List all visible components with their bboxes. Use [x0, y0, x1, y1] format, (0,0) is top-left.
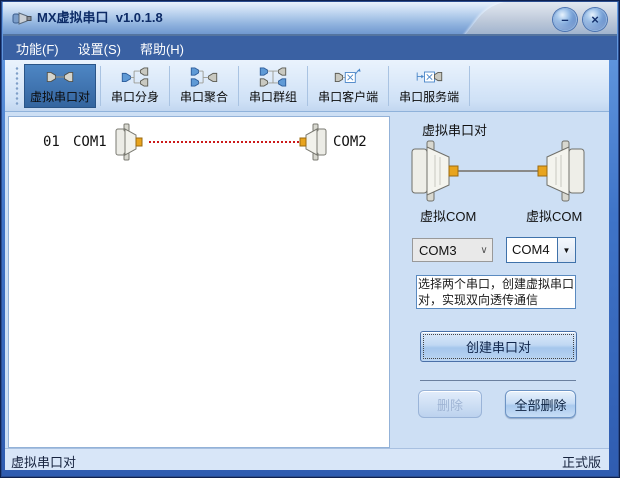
toolbar-separator — [169, 66, 170, 106]
toolbar-button-virtual-pair[interactable]: 虚拟串口对 — [24, 64, 96, 108]
menu-bar: 功能(F) 设置(S) 帮助(H) — [3, 34, 617, 60]
panel-divider — [420, 380, 576, 381]
com-port-select-right-value: COM4 — [507, 238, 557, 262]
port-pair-row[interactable]: 01 COM1 — [9, 117, 389, 169]
port-group-icon — [258, 67, 288, 87]
status-mode-text: 虚拟串口对 — [11, 452, 76, 471]
port-client-icon — [333, 67, 363, 87]
pair-left-port: COM1 — [73, 134, 107, 150]
toolbar-separator — [307, 66, 308, 106]
serial-connector-icon — [297, 122, 327, 162]
right-virtual-com-label: 虚拟COM — [526, 206, 582, 225]
menu-item-function[interactable]: 功能(F) — [16, 39, 59, 58]
toolbar: 虚拟串口对 串口分身 串口聚合 — [5, 60, 609, 112]
serial-connector-icon — [115, 122, 145, 162]
toolbar-separator — [469, 66, 470, 106]
minimize-button[interactable]: – — [553, 8, 577, 31]
pair-right-port: COM2 — [333, 134, 367, 150]
pair-description-box: 选择两个串口，创建虚拟串口对，实现双向透传通信 — [416, 275, 576, 309]
virtual-pair-icon — [45, 67, 75, 87]
status-bar: 虚拟串口对 正式版 — [5, 448, 609, 470]
toolbar-button-port-split[interactable]: 串口分身 — [105, 64, 165, 108]
toolbar-separator — [388, 66, 389, 106]
dropdown-arrow-icon[interactable]: ▼ — [557, 238, 575, 262]
client-area: 虚拟串口对 串口分身 串口聚合 — [5, 60, 609, 470]
pair-settings-panel: 虚拟串口对 — [392, 112, 604, 448]
create-pair-button[interactable]: 创建串口对 — [420, 331, 577, 362]
toolbar-separator — [238, 66, 239, 106]
app-plug-icon — [12, 9, 34, 28]
com-port-select-left[interactable]: COM3 ∨ — [412, 238, 493, 262]
toolbar-button-port-server[interactable]: 串口服务端 — [393, 64, 465, 108]
toolbar-button-port-client[interactable]: 串口客户端 — [312, 64, 384, 108]
port-merge-icon — [189, 67, 219, 87]
window-title: MX虚拟串口 v1.0.1.8 — [37, 2, 163, 34]
delete-button[interactable]: 删除 — [418, 390, 482, 418]
virtual-pair-illustration — [410, 138, 586, 204]
close-button[interactable]: × — [583, 8, 607, 31]
menu-item-help[interactable]: 帮助(H) — [140, 39, 184, 58]
com-port-select-left-value: COM3 — [413, 243, 476, 258]
com-port-select-right[interactable]: COM4 ▼ — [506, 237, 576, 263]
toolbar-separator — [100, 66, 101, 106]
menu-item-settings[interactable]: 设置(S) — [78, 39, 121, 58]
port-pair-list: 01 COM1 — [8, 116, 390, 448]
left-virtual-com-label: 虚拟COM — [420, 206, 476, 225]
title-bar: MX虚拟串口 v1.0.1.8 — [3, 2, 617, 34]
app-window: MX虚拟串口 v1.0.1.8 – × 功能(F) 设置(S) 帮助(H) 虚拟… — [0, 0, 620, 478]
toolbar-button-port-group[interactable]: 串口群组 — [243, 64, 303, 108]
toolbar-button-port-merge[interactable]: 串口聚合 — [174, 64, 234, 108]
chevron-down-icon: ∨ — [476, 245, 492, 256]
port-server-icon — [414, 67, 444, 87]
panel-title: 虚拟串口对 — [422, 120, 487, 139]
pair-index: 01 — [43, 134, 60, 150]
pair-link-line — [149, 141, 299, 143]
port-split-icon — [120, 67, 150, 87]
content-area: 01 COM1 — [5, 112, 609, 448]
status-edition-text: 正式版 — [562, 452, 601, 471]
toolbar-grip-handle[interactable] — [15, 66, 19, 106]
delete-all-button[interactable]: 全部删除 — [505, 390, 576, 418]
